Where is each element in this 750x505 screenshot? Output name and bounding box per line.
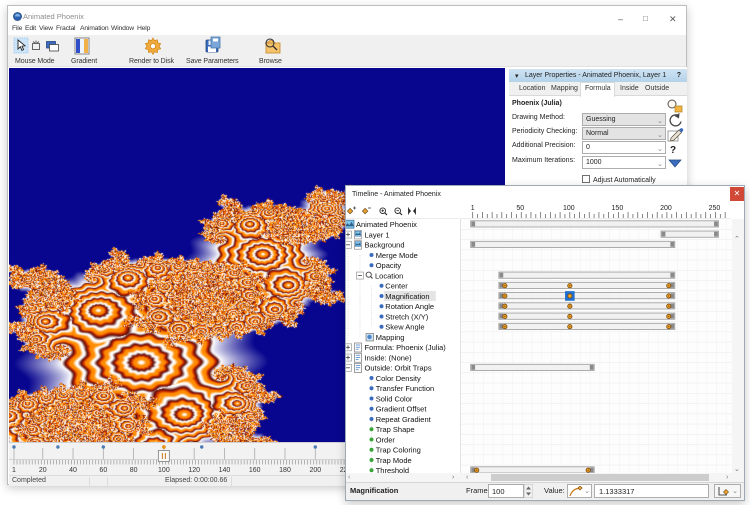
svg-text:250: 250: [709, 205, 721, 212]
svg-text:140: 140: [219, 467, 231, 474]
svg-text:Location: Location: [375, 271, 403, 280]
svg-text:Trap Shape: Trap Shape: [376, 425, 415, 434]
svg-text:100: 100: [563, 205, 575, 212]
svg-text:Skew Angle: Skew Angle: [385, 323, 424, 332]
svg-text:Repeat Gradient: Repeat Gradient: [376, 415, 432, 424]
svg-text:80: 80: [130, 467, 138, 474]
svg-text:1: 1: [12, 467, 16, 474]
svg-text:Transfer Function: Transfer Function: [376, 384, 435, 393]
svg-text:Background: Background: [365, 241, 405, 250]
svg-text:200: 200: [660, 205, 672, 212]
svg-text:Stretch (X/Y): Stretch (X/Y): [385, 312, 428, 321]
svg-text:Formula: Phoenix (Julia): Formula: Phoenix (Julia): [365, 343, 447, 352]
svg-text:Animated Phoenix: Animated Phoenix: [356, 220, 417, 229]
svg-text:Threshold: Threshold: [376, 466, 409, 473]
svg-text:Solid Color: Solid Color: [376, 394, 413, 403]
svg-text:160: 160: [249, 467, 261, 474]
svg-text:100: 100: [158, 467, 170, 474]
svg-text:20: 20: [39, 467, 47, 474]
svg-text:Color Density: Color Density: [376, 374, 421, 383]
svg-text:60: 60: [99, 467, 107, 474]
svg-text:200: 200: [309, 467, 321, 474]
svg-text:Gradient Offset: Gradient Offset: [376, 405, 428, 414]
svg-text:Center: Center: [385, 282, 408, 291]
svg-text:Trap Coloring: Trap Coloring: [376, 446, 421, 455]
svg-text:Mapping: Mapping: [376, 333, 405, 342]
svg-text:Outside: Orbit Traps: Outside: Orbit Traps: [365, 364, 432, 373]
svg-text:Rotation Angle: Rotation Angle: [385, 302, 434, 311]
svg-text:Order: Order: [376, 435, 396, 444]
svg-text:120: 120: [188, 467, 200, 474]
svg-text:1: 1: [471, 205, 475, 212]
svg-text:Layer 1: Layer 1: [365, 230, 390, 239]
svg-text:50: 50: [516, 205, 524, 212]
svg-text:150: 150: [612, 205, 624, 212]
svg-text:180: 180: [279, 467, 291, 474]
svg-text:Trap Mode: Trap Mode: [376, 456, 412, 465]
svg-text:40: 40: [69, 467, 77, 474]
svg-text:Inside: (None): Inside: (None): [365, 353, 413, 362]
svg-text:Merge Mode: Merge Mode: [376, 251, 418, 260]
svg-text:Opacity: Opacity: [376, 261, 402, 270]
svg-text:?: ?: [670, 145, 676, 156]
svg-text:Magnification: Magnification: [385, 292, 429, 301]
